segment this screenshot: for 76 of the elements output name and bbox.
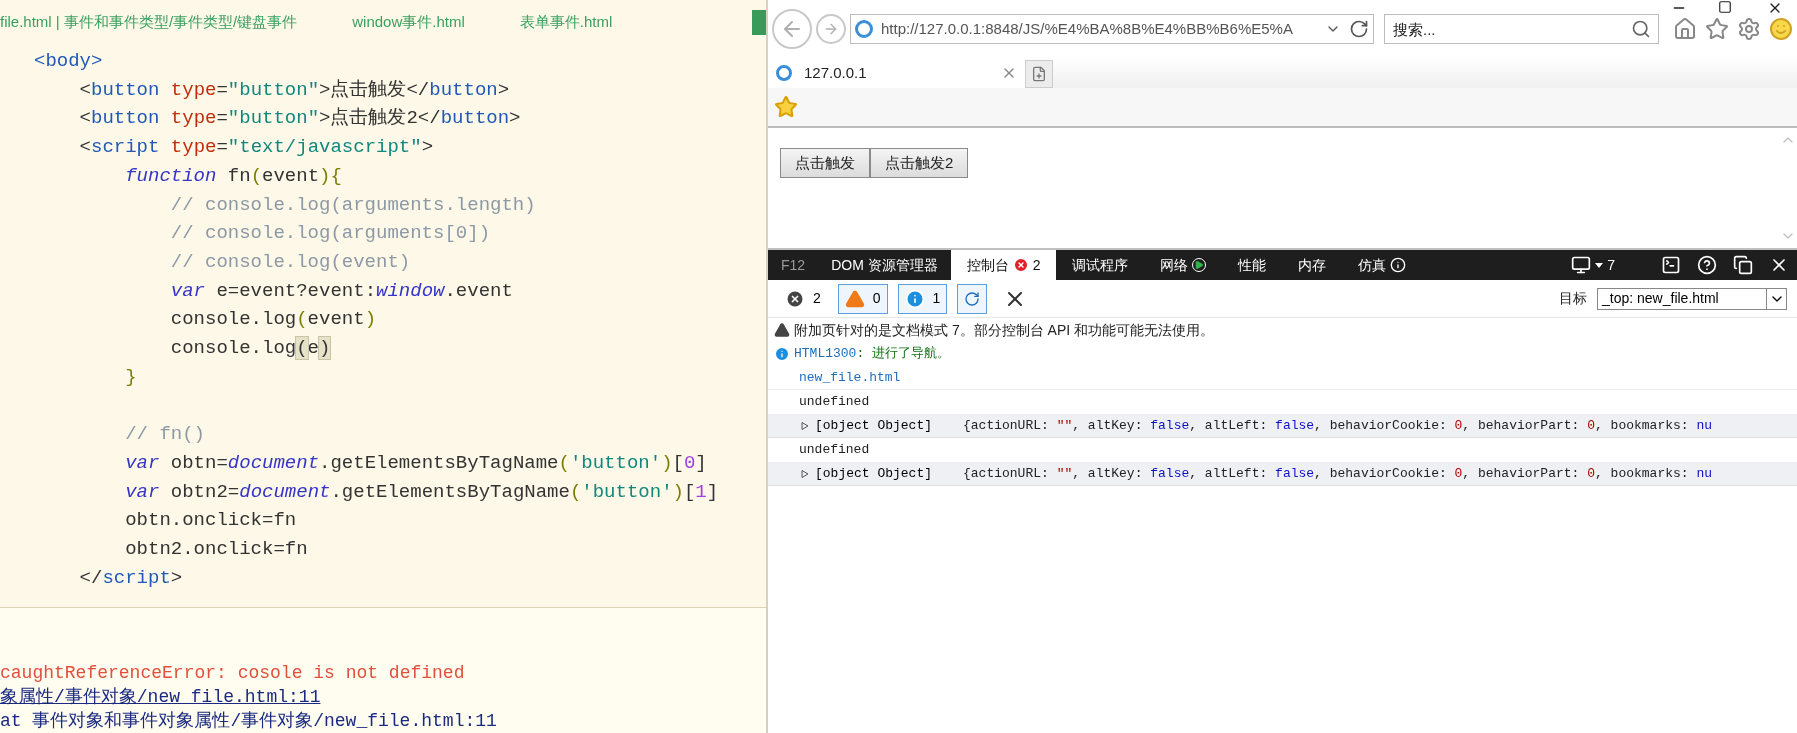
new-tab-button[interactable] xyxy=(1025,60,1053,88)
filter-button[interactable]: 0 xyxy=(837,283,888,314)
terminal-icon[interactable] xyxy=(1661,255,1681,275)
filter-button[interactable]: 1 xyxy=(897,283,948,314)
browser-logo-icon xyxy=(776,65,792,81)
code-line: // fn() xyxy=(125,422,205,448)
object-properties: {actionURL: "", altKey: false, altLeft: false, behaviorCookie: 0, behaviorPart: 0, bookmarks: nu xyxy=(963,464,1713,483)
warning-message: 附加页针对的是文档模式 7。部分控制台 API 和功能可能无法使用。 xyxy=(794,320,1215,340)
code-line: console.log(event) xyxy=(170,307,377,333)
code-line: <button type="button">点击触发2</button> xyxy=(79,106,521,132)
code-line: obtn.onclick=fn xyxy=(125,508,297,534)
settings-icon[interactable] xyxy=(1737,17,1761,41)
emulation-count: 7 xyxy=(1607,255,1615,275)
search-field[interactable]: 搜索... xyxy=(1384,14,1659,44)
code-line: console.log(e) xyxy=(170,336,331,362)
maximize-icon[interactable] xyxy=(1718,0,1732,14)
object-label: [object Object] xyxy=(815,464,934,483)
file-link[interactable]: 象属性/事件对象/new_file.html:11 xyxy=(0,685,321,709)
file-link[interactable]: new_file.html xyxy=(799,367,901,388)
devtools-tab[interactable]: 调试程序 xyxy=(1056,250,1145,280)
tab-title: 127.0.0.1 xyxy=(804,62,868,83)
error-icon xyxy=(1012,257,1029,273)
stack-trace-line: at 事件对象和事件对象属性/事件对象/new_file.html:11 xyxy=(0,710,497,733)
refresh-icon xyxy=(964,290,981,307)
code-line: obtn2.onclick=fn xyxy=(125,536,308,562)
clear-on-navigate-button[interactable] xyxy=(957,283,988,314)
search-icon[interactable] xyxy=(1631,19,1651,39)
code-line: var obtn=document.getElementsByTagName('button')[0] xyxy=(125,450,707,476)
devtools-tab[interactable]: 内存 xyxy=(1282,250,1343,280)
code-line: // console.log(arguments.length) xyxy=(170,192,536,218)
devtools-tab[interactable]: 仿真 xyxy=(1342,250,1423,280)
expand-arrow-icon[interactable] xyxy=(801,469,809,478)
console-output: undefined xyxy=(799,393,870,412)
devtools-tab[interactable]: 网络 xyxy=(1144,250,1223,280)
page-button[interactable]: 点击触发 xyxy=(780,148,870,178)
warning-icon xyxy=(774,322,790,338)
caret-icon[interactable] xyxy=(1595,262,1604,268)
url-text: http://127.0.0.1:8848/JS/%E4%BA%8B%E4%BB%B6%E5%A xyxy=(881,18,1294,39)
filter-button[interactable]: 2 xyxy=(778,283,828,314)
target-label: 目标 xyxy=(1559,289,1587,308)
code-line: var obtn2=document.getElementsByTagName('button')[1] xyxy=(125,479,719,505)
info-message: HTML1300: 进行了导航。 xyxy=(794,345,951,364)
new-tab-icon xyxy=(1031,66,1047,82)
code-line: <body> xyxy=(34,49,103,74)
info-icon xyxy=(904,288,925,309)
devtools-tab[interactable]: F12 xyxy=(768,250,819,280)
code-line: </script> xyxy=(79,565,183,591)
address-bar[interactable]: http://127.0.0.1:8848/JS/%E4%BA%8B%E4%BB%B6%E5%A xyxy=(850,14,1374,44)
tab-edge xyxy=(752,10,766,35)
code-line: <script type="text/javascript"> xyxy=(79,135,434,161)
home-icon[interactable] xyxy=(1673,17,1697,41)
code-line: // console.log(arguments[0]) xyxy=(170,221,491,247)
warning-icon xyxy=(844,288,865,309)
code-line: var e=event?event:window.event xyxy=(170,278,513,304)
refresh-icon[interactable] xyxy=(1349,19,1369,39)
error-message: caughtReferenceError: cosole is not defined xyxy=(0,662,465,685)
code-line: } xyxy=(125,364,137,390)
devtools-tab[interactable]: DOM 资源管理器 xyxy=(818,250,951,280)
object-properties: {actionURL: "", altKey: false, altLeft: false, behaviorCookie: 0, behaviorPart: 0, bookmarks: nu xyxy=(963,416,1713,435)
console-output: undefined xyxy=(799,441,870,460)
code-line: <button type="button">点击触发</button> xyxy=(79,77,510,103)
error-icon xyxy=(785,288,805,309)
page-button[interactable]: 点击触发2 xyxy=(870,148,969,178)
info-icon xyxy=(1390,257,1407,273)
help-icon[interactable] xyxy=(1697,255,1717,275)
browser-logo-icon xyxy=(855,20,873,38)
code-line: // console.log(event) xyxy=(170,249,411,275)
object-label: [object Object] xyxy=(815,416,934,435)
restore-icon[interactable] xyxy=(1733,255,1753,275)
code-line: function fn(event){ xyxy=(125,163,342,189)
info-icon xyxy=(774,346,790,362)
devtools-tab[interactable]: 控制台 2 xyxy=(950,250,1057,280)
expand-arrow-icon[interactable] xyxy=(801,421,809,430)
devtools-tab[interactable]: 性能 xyxy=(1222,250,1283,280)
monitor-icon[interactable] xyxy=(1571,255,1592,275)
target-select[interactable]: _top: new_file.html xyxy=(1597,287,1787,310)
